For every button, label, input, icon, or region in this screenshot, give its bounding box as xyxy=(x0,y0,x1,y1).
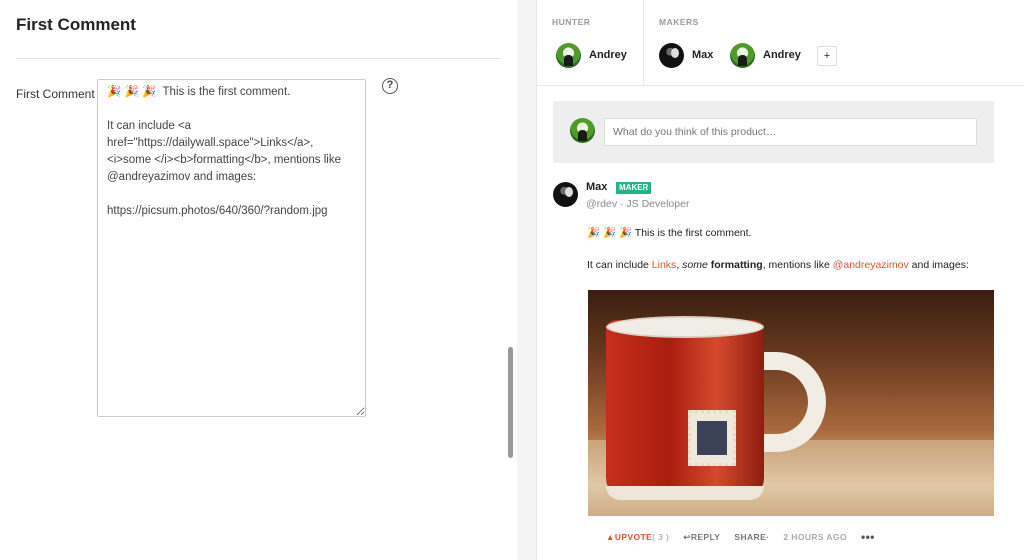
comment-text: and images: xyxy=(908,259,969,271)
editor-pane: First Comment First Comment ? xyxy=(0,0,517,560)
upvote-button[interactable]: ▲UPVOTE xyxy=(606,532,652,542)
comment-bold: formatting xyxy=(710,259,763,271)
avatar xyxy=(659,42,684,68)
more-options-icon[interactable]: ••• xyxy=(861,530,875,544)
comment-image[interactable] xyxy=(588,290,994,516)
makers-column: MAKERS Max Andrey + xyxy=(644,0,1024,86)
people-section: HUNTER Andrey MAKERS Max Andrey + xyxy=(537,0,1024,86)
mention-link[interactable]: @andreyazimov xyxy=(833,259,909,271)
comment-actions: ▲UPVOTE ( 3 ) ↩REPLY SHARE· 2 HOURS AGO … xyxy=(606,530,875,544)
comment-author[interactable]: Max xyxy=(586,181,607,193)
comment-link[interactable]: Links xyxy=(652,259,677,271)
maker-person[interactable]: Andrey xyxy=(730,42,801,68)
comment-text-line1: 🎉 🎉 🎉 This is the first comment. xyxy=(587,227,752,239)
share-button[interactable]: SHARE· xyxy=(734,532,769,542)
avatar xyxy=(730,42,755,68)
upvote-count: ( 3 ) xyxy=(652,532,670,542)
comment-text-line2: It can include Links, some formatting, m… xyxy=(587,259,969,271)
maker-name: Max xyxy=(692,49,714,61)
reply-button[interactable]: ↩REPLY xyxy=(683,532,720,543)
image-mug xyxy=(606,320,764,500)
maker-badge: MAKER xyxy=(616,182,652,194)
preview-pane: HUNTER Andrey MAKERS Max Andrey + What d… xyxy=(517,0,1024,560)
help-icon[interactable]: ? xyxy=(382,78,398,94)
editor-title: First Comment xyxy=(16,15,136,34)
maker-person[interactable]: Max xyxy=(659,42,713,68)
avatar[interactable] xyxy=(553,182,578,207)
hunter-name: Andrey xyxy=(589,49,627,61)
hunter-column: HUNTER Andrey xyxy=(537,0,644,86)
comment-composer xyxy=(553,101,994,163)
hunter-header: HUNTER xyxy=(552,17,591,27)
first-comment-label: First Comment xyxy=(16,87,95,101)
avatar xyxy=(570,118,595,143)
divider xyxy=(16,58,501,59)
preview-card: HUNTER Andrey MAKERS Max Andrey + What d… xyxy=(536,0,1024,560)
image-mug-base xyxy=(606,486,764,500)
scrollbar-thumb[interactable] xyxy=(508,347,513,458)
avatar xyxy=(556,42,581,68)
comment-text: , mentions like xyxy=(762,259,833,271)
image-stamp xyxy=(688,410,736,466)
add-maker-button[interactable]: + xyxy=(817,46,837,66)
first-comment-textarea[interactable] xyxy=(97,79,366,417)
hunter-person[interactable]: Andrey xyxy=(556,42,627,68)
comment-italic: some xyxy=(682,259,708,271)
comment-timestamp: 2 HOURS AGO xyxy=(783,532,847,542)
comment-text: It can include xyxy=(587,259,652,271)
comment-handle: @rdev · JS Developer xyxy=(586,198,690,210)
makers-header: MAKERS xyxy=(659,17,699,27)
maker-name: Andrey xyxy=(763,49,801,61)
comment-input[interactable] xyxy=(604,118,977,146)
image-mug-rim xyxy=(606,316,764,338)
